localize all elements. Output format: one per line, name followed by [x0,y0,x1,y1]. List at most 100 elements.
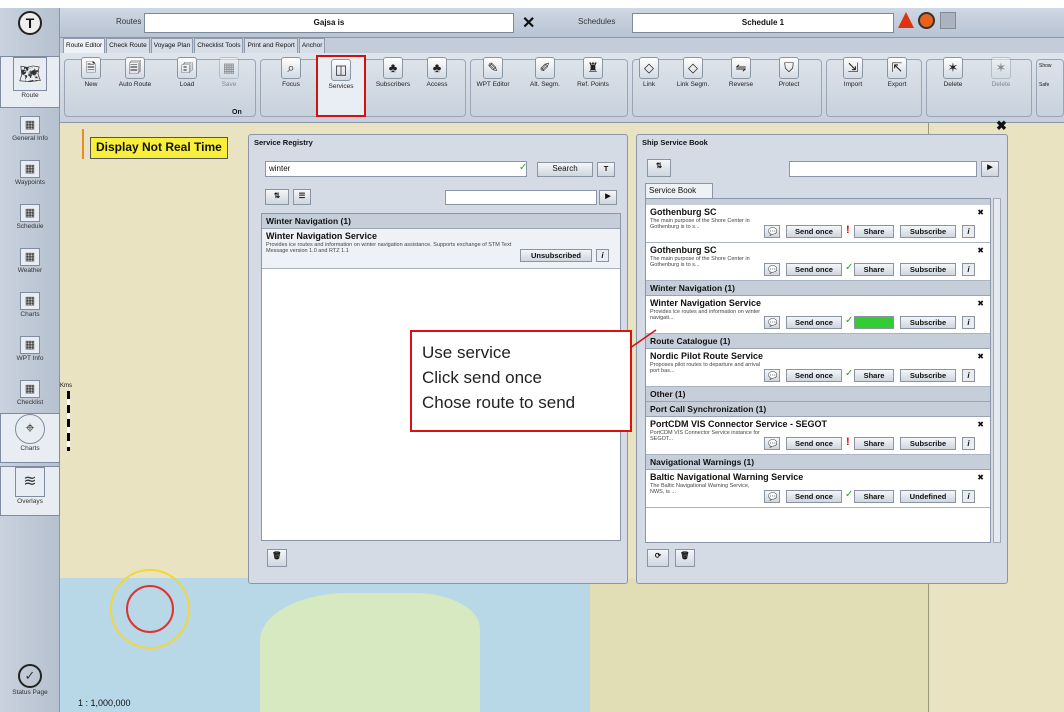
share-button[interactable]: Share [854,225,894,238]
shipbook-item[interactable]: PortCDM VIS Connector Service - SEGOT Por… [646,417,990,455]
subscribe-button[interactable]: Subscribe [900,225,956,238]
undefined-button[interactable]: Undefined [900,490,956,503]
alarm-icon[interactable] [918,12,935,29]
share-button[interactable]: Share [854,263,894,276]
logo-icon[interactable]: T [18,11,42,35]
info-button[interactable]: i [962,225,975,238]
filter-button[interactable]: T [597,162,615,177]
scrollbar[interactable] [993,198,1001,543]
sidebar-item-weather[interactable]: ▦ Weather [0,248,60,274]
sort-icon[interactable]: ⇅ [265,189,289,205]
link-button[interactable]: ◇ Link [630,57,668,88]
subscribe-button[interactable]: Subscribe [900,437,956,450]
services-button[interactable]: ◫ Services [316,55,366,117]
subscribe-button[interactable]: Subscribe [900,369,956,382]
alt-segm-button[interactable]: ✐ Alt. Segm. [526,57,564,88]
sidebar-item-wpt-info[interactable]: ▦ WPT Info [0,336,60,362]
send-once-button[interactable]: Send once [786,316,842,329]
share-button[interactable]: Share [854,437,894,450]
sidebar-item-general-info[interactable]: ▦ General Info [0,116,60,142]
sidebar-item-schedule[interactable]: ▦ Schedule [0,204,60,230]
share-button[interactable]: Share [854,369,894,382]
info-button[interactable]: i [962,437,975,450]
close-icon[interactable]: ✖ [977,420,984,429]
sort-icon[interactable]: ⇅ [647,159,671,177]
send-once-button[interactable]: Send once [786,369,842,382]
ref-points-button[interactable]: ♜ Ref. Points [574,57,612,88]
shipbook-item[interactable]: Nordic Pilot Route Service Proposes pilot… [646,349,990,387]
tab-print-report[interactable]: Print and Report [244,38,298,53]
play-icon[interactable]: ▶ [599,190,617,205]
tab-voyage-plan[interactable]: Voyage Plan [150,38,194,53]
trash-icon[interactable]: 🗑 [675,549,695,567]
sidebar-item-overlays[interactable]: ≋ Overlays [0,466,60,516]
info-button[interactable]: i [962,316,975,329]
tab-check-route[interactable]: Check Route [106,38,150,53]
import-button[interactable]: ⇲ Import [834,57,872,88]
schedule-field[interactable]: Schedule 1 [632,13,894,33]
send-once-button[interactable]: Send once [786,437,842,450]
auto-route-button[interactable]: 🗐 Auto Route [116,57,154,88]
sidebar-item-route[interactable]: 🗺 Route [0,56,60,108]
sidebar-item-waypoints[interactable]: ▦ Waypoints [0,160,60,186]
delete-button[interactable]: ✶ Delete [934,57,972,88]
info-button[interactable]: i [962,263,975,276]
message-icon[interactable]: 💬 [764,490,780,503]
list-icon[interactable]: ☰ [293,189,311,205]
tab-anchor[interactable]: Anchor [298,38,326,53]
close-panel-icon[interactable]: ✖ [996,118,1007,134]
info-button[interactable]: i [962,369,975,382]
route-field[interactable]: Gajsa is [144,13,514,33]
registry-search-input[interactable]: winter [265,161,527,177]
registry-filter-input[interactable] [445,190,597,205]
close-icon[interactable]: ✖ [977,352,984,361]
close-icon[interactable]: ✖ [977,299,984,308]
shipbook-item[interactable]: Winter Navigation Service Provides ice ro… [646,296,990,334]
message-icon[interactable]: 💬 [764,437,780,450]
shipbook-item[interactable]: Gothenburg SC The main purpose of the Sho… [646,243,990,281]
subscribe-button[interactable]: Subscribe [900,316,956,329]
shipbook-item[interactable]: Baltic Navigational Warning Service The B… [646,470,990,508]
tab-route-editor[interactable]: Route Editor [63,38,106,53]
warning-icon[interactable] [898,12,914,28]
close-icon[interactable]: ✖ [977,208,984,217]
access-button[interactable]: ♣ Access [418,57,456,88]
message-icon[interactable]: 💬 [764,369,780,382]
shipbook-item[interactable]: Gothenburg SC The main purpose of the Sho… [646,205,990,243]
subscribe-button[interactable]: Subscribe [900,263,956,276]
tab-checklist-tools[interactable]: Checklist Tools [194,38,244,53]
send-once-button[interactable]: Send once [786,225,842,238]
message-icon[interactable]: 💬 [764,263,780,276]
wpt-editor-button[interactable]: ✎ WPT Editor [474,57,512,88]
sidebar-item-status-page[interactable]: ✓ Status Page [0,664,60,696]
message-icon[interactable]: 💬 [764,316,780,329]
share-button[interactable]: Share [854,490,894,503]
search-button[interactable]: Search [537,162,593,177]
info-button[interactable]: i [962,490,975,503]
registry-service-item[interactable]: Winter Navigation Service Provides ice r… [262,229,620,269]
sidebar-item-charts[interactable]: ▦ Charts [0,292,60,318]
send-once-button[interactable]: Send once [786,490,842,503]
protect-button[interactable]: ⛉ Protect [770,57,808,88]
send-once-button[interactable]: Send once [786,263,842,276]
unsubscribed-button[interactable]: Unsubscribed [520,249,592,262]
share-button-active[interactable]: Share [854,316,894,329]
close-icon[interactable]: ✖ [977,246,984,255]
info-button[interactable]: i [596,249,609,262]
refresh-icon[interactable]: ⟳ [647,549,669,567]
sidebar-item-charts-2[interactable]: ⌖ Charts [0,413,60,463]
trash-icon[interactable]: 🗑 [267,549,287,567]
message-icon[interactable]: 💬 [764,225,780,238]
load-button[interactable]: 🗊 Load [168,57,206,88]
link-segm-button[interactable]: ◇ Link Segm. [674,57,712,88]
close-icon[interactable]: ✕ [522,13,535,33]
close-icon[interactable]: ✖ [977,473,984,482]
tab-service-book[interactable]: Service Book [645,183,713,198]
subscribers-button[interactable]: ♣ Subscribers [374,57,412,88]
play-icon[interactable]: ▶ [981,161,999,177]
new-button[interactable]: 🗎 New [72,57,110,88]
export-button[interactable]: ⇱ Export [878,57,916,88]
sidebar-item-checklist[interactable]: ▦ Checklist [0,380,60,406]
focus-button[interactable]: ⌕ Focus [272,57,310,88]
shipbook-filter-input[interactable] [789,161,977,177]
